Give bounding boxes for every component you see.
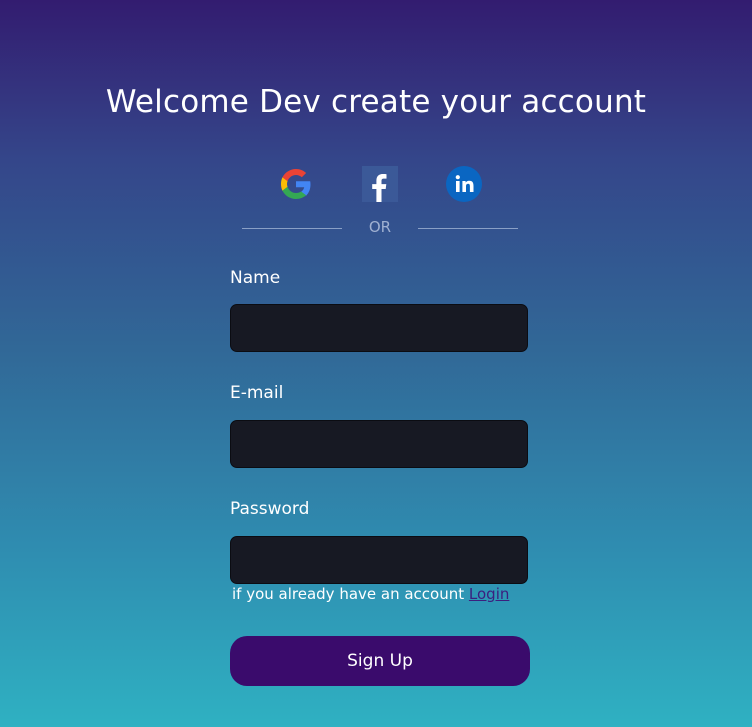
name-label: Name	[230, 268, 281, 288]
linkedin-login-button[interactable]	[445, 165, 483, 203]
login-prompt: if you already have an account Login	[232, 585, 509, 603]
page-title: Welcome Dev create your account	[105, 84, 647, 120]
name-input[interactable]	[230, 304, 528, 352]
facebook-icon	[362, 166, 398, 202]
login-prompt-text: if you already have an account	[232, 585, 469, 603]
google-login-button[interactable]	[277, 165, 315, 203]
google-icon	[281, 169, 311, 199]
password-input[interactable]	[230, 536, 528, 584]
or-divider: OR	[242, 216, 518, 240]
password-label: Password	[230, 499, 310, 519]
sign-up-button[interactable]: Sign Up	[230, 636, 530, 686]
email-label: E-mail	[230, 383, 284, 403]
facebook-login-button[interactable]	[361, 165, 399, 203]
email-input[interactable]	[230, 420, 528, 468]
linkedin-icon	[446, 166, 482, 202]
divider-or-text: OR	[368, 218, 392, 236]
divider-line-right	[418, 228, 518, 229]
login-link[interactable]: Login	[469, 585, 509, 603]
social-login-row	[0, 165, 752, 203]
